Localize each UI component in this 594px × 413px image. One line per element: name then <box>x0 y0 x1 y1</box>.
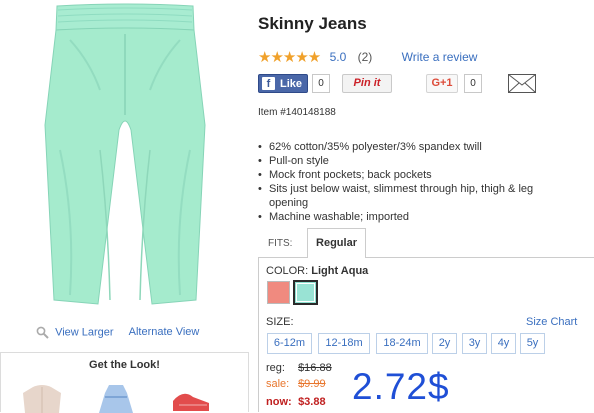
feature-list: 62% cotton/35% polyester/3% spandex twil… <box>258 140 563 224</box>
feature-item: Machine washable; imported <box>258 210 563 224</box>
color-swatch-light-aqua[interactable] <box>293 280 318 305</box>
dress-thumbnail[interactable] <box>93 383 139 413</box>
rating-score: 5.0 <box>329 50 347 64</box>
size-option-18-24m[interactable]: 18-24m <box>376 333 428 354</box>
color-swatch-coral[interactable] <box>267 281 290 304</box>
sale-price-label: sale: <box>266 378 290 390</box>
pinterest-pin-button[interactable]: Pin it <box>342 74 392 93</box>
facebook-icon: f <box>262 77 275 90</box>
star-rating-icon: ★★★★★ <box>258 49 321 66</box>
alternate-view-link[interactable]: Alternate View <box>129 326 200 338</box>
magnifier-icon <box>36 326 49 339</box>
facebook-like-label: Like <box>280 78 303 90</box>
write-review-link[interactable]: Write a review <box>402 50 478 64</box>
size-option-5y[interactable]: 5y <box>520 333 545 354</box>
item-number: Item #140148188 <box>258 107 336 118</box>
rating-row: ★★★★★ 5.0 (2) Write a review <box>258 48 477 66</box>
fits-label: FITS: <box>268 238 293 249</box>
color-label: COLOR: Light Aqua <box>266 265 368 277</box>
selected-color-name: Light Aqua <box>311 265 369 277</box>
shoes-thumbnail[interactable] <box>169 383 215 413</box>
review-count: (2) <box>357 50 373 64</box>
feature-item: Mock front pockets; back pockets <box>258 168 563 182</box>
size-option-4y[interactable]: 4y <box>491 333 516 354</box>
email-icon[interactable] <box>508 74 536 93</box>
regular-price: $16.88 <box>298 362 332 374</box>
now-price-label: now: <box>266 396 292 408</box>
size-label: SIZE: <box>266 316 294 328</box>
jeans-illustration <box>44 3 206 305</box>
feature-item: 62% cotton/35% polyester/3% spandex twil… <box>258 140 563 154</box>
price-overlay-annotation: 2.72$ <box>352 366 450 407</box>
image-view-links: View Larger Alternate View <box>36 326 199 339</box>
now-price: $3.88 <box>298 396 326 408</box>
size-option-3y[interactable]: 3y <box>462 333 487 354</box>
sale-price-row: sale: $9.99 <box>266 378 326 390</box>
size-option-2y[interactable]: 2y <box>432 333 457 354</box>
tab-regular-fit[interactable]: Regular <box>307 228 366 258</box>
facebook-like-count: 0 <box>312 74 330 93</box>
feature-item: Pull-on style <box>258 154 563 168</box>
product-title: Skinny Jeans <box>258 14 367 33</box>
regular-price-row: reg: $16.88 <box>266 362 332 374</box>
regular-price-label: reg: <box>266 362 285 374</box>
size-option-12-18m[interactable]: 12-18m <box>318 333 370 354</box>
facebook-like-button[interactable]: f Like <box>258 74 308 93</box>
get-the-look-panel: Get the Look! <box>0 352 249 413</box>
feature-item: Sits just below waist, slimmest through … <box>258 182 563 210</box>
google-plus-count: 0 <box>464 74 482 93</box>
now-price-row: now: $3.88 <box>266 396 326 408</box>
view-larger-link[interactable]: View Larger <box>55 326 114 338</box>
size-option-6-12m[interactable]: 6-12m <box>267 333 312 354</box>
size-chart-link[interactable]: Size Chart <box>526 316 577 328</box>
product-image[interactable] <box>0 0 250 320</box>
sale-price: $9.99 <box>298 378 326 390</box>
get-the-look-title: Get the Look! <box>89 359 160 371</box>
color-label-text: COLOR: <box>266 265 309 277</box>
cardigan-thumbnail[interactable] <box>19 383 65 413</box>
google-plus-button[interactable]: G+1 <box>426 74 458 93</box>
